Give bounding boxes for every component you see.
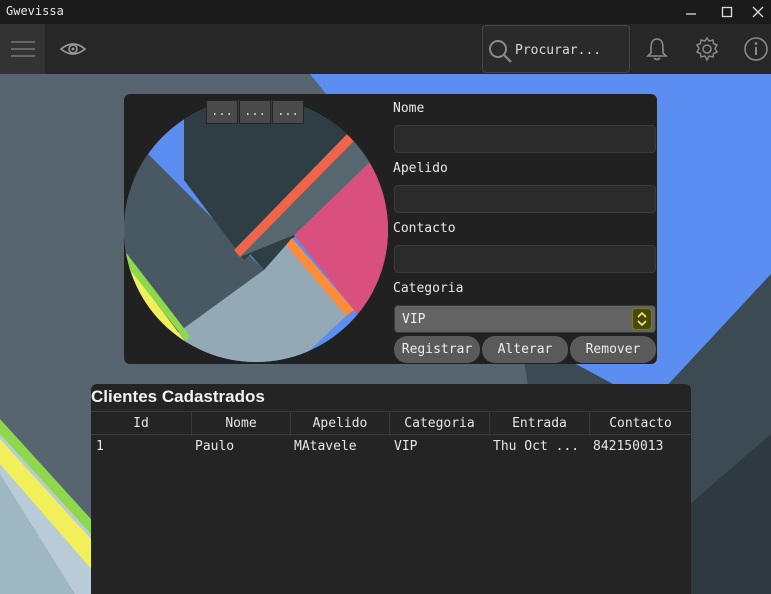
cell-entrada: Thu Oct ...	[493, 439, 580, 454]
bell-icon[interactable]	[644, 36, 670, 62]
dots-button-2[interactable]: ...	[239, 100, 271, 124]
table-title: Clientes Cadastrados	[91, 387, 265, 406]
cell-nome: Paulo	[195, 439, 235, 454]
search-input[interactable]	[515, 38, 625, 62]
cell-categoria: VIP	[394, 439, 418, 454]
dots-button-1[interactable]: ...	[206, 100, 238, 124]
alterar-button[interactable]: Alterar	[482, 336, 568, 363]
column-header-categoria[interactable]: Categoria	[390, 412, 490, 436]
registrar-button[interactable]: Registrar	[394, 336, 480, 363]
search-icon	[489, 40, 512, 63]
menu-button[interactable]	[0, 24, 45, 74]
nome-field[interactable]	[394, 125, 656, 153]
cell-contacto: 842150013	[593, 439, 664, 454]
contacto-field[interactable]	[394, 245, 656, 273]
column-header-entrada[interactable]: Entrada	[490, 412, 590, 436]
chevron-up-down-icon	[637, 311, 647, 327]
column-header-contacto[interactable]: Contacto	[590, 412, 691, 436]
column-header-id[interactable]: Id	[91, 412, 192, 436]
label-nome: Nome	[393, 101, 425, 116]
clients-table-panel: Clientes Cadastrados Id Nome Apelido Cat…	[91, 384, 691, 594]
table-header: Id Nome Apelido Categoria Entrada Contac…	[91, 411, 691, 436]
apelido-field[interactable]	[394, 185, 656, 213]
gear-icon[interactable]	[694, 36, 720, 62]
column-header-nome[interactable]: Nome	[192, 412, 291, 436]
cell-apelido: MAtavele	[294, 439, 357, 454]
minimize-icon	[686, 13, 696, 15]
dots-button-3[interactable]: ...	[272, 100, 304, 124]
title-bar: Gwevissa	[0, 0, 771, 24]
remover-button[interactable]: Remover	[570, 336, 656, 363]
maximize-icon	[721, 6, 733, 18]
label-apelido: Apelido	[393, 161, 448, 176]
toolbar	[0, 24, 771, 74]
menu-icon	[10, 41, 35, 57]
window-title: Gwevissa	[6, 4, 64, 18]
categoria-value: VIP	[402, 312, 426, 327]
categoria-select[interactable]: VIP	[394, 305, 656, 333]
column-header-apelido[interactable]: Apelido	[291, 412, 390, 436]
spinner-control[interactable]	[632, 308, 652, 330]
close-icon	[752, 6, 764, 18]
close-button[interactable]	[740, 0, 771, 24]
search-box[interactable]	[482, 25, 630, 73]
table-row[interactable]: 1 Paulo MAtavele VIP Thu Oct ... 8421500…	[91, 436, 691, 458]
info-icon[interactable]	[743, 36, 769, 62]
minimize-button[interactable]	[673, 0, 709, 24]
label-contacto: Contacto	[393, 221, 456, 236]
material-pie-decoration	[124, 100, 388, 362]
cell-id: 1	[96, 439, 104, 454]
eye-icon[interactable]	[58, 37, 88, 61]
label-categoria: Categoria	[393, 281, 464, 296]
